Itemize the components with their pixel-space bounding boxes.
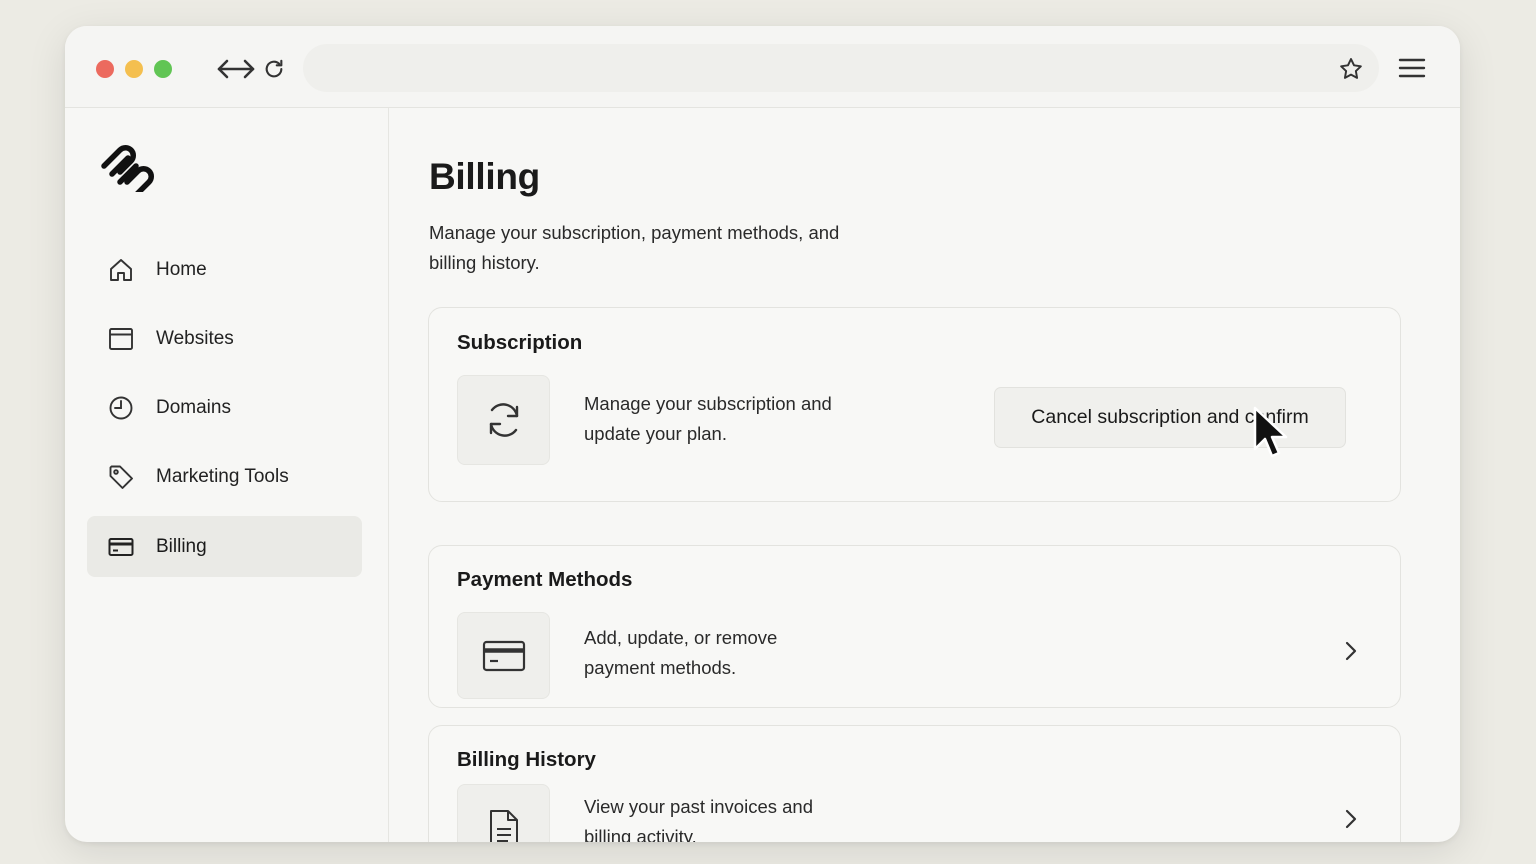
sidebar-item-label: Websites bbox=[156, 327, 234, 349]
card-title: Billing History bbox=[457, 748, 596, 771]
close-window-button[interactable] bbox=[96, 60, 114, 78]
tag-icon bbox=[107, 463, 135, 491]
browser-window: Home Websites Domains Marketing Tools Bi… bbox=[65, 26, 1460, 842]
card-description: Add, update, or remove payment methods. bbox=[584, 627, 778, 678]
sidebar-item-label: Marketing Tools bbox=[156, 465, 289, 487]
minimize-window-button[interactable] bbox=[125, 60, 143, 78]
back-forward-arrows-icon[interactable] bbox=[215, 53, 257, 85]
sidebar-item-billing[interactable]: Billing bbox=[87, 516, 362, 577]
sidebar-item-label: Home bbox=[156, 258, 207, 280]
card-title: Subscription bbox=[457, 331, 583, 354]
page-description: Manage your subscription, payment method… bbox=[429, 222, 840, 273]
chevron-right-icon[interactable] bbox=[1337, 806, 1363, 832]
clock-icon bbox=[107, 394, 135, 422]
cancel-subscription-button[interactable]: Cancel subscription and confirm bbox=[994, 387, 1346, 448]
payment-methods-card[interactable]: Payment Methods Add, update, or remove p… bbox=[428, 545, 1401, 708]
page-title: Billing bbox=[429, 156, 540, 197]
credit-card-icon bbox=[457, 612, 550, 699]
card-description: Manage your subscription and update your… bbox=[584, 393, 832, 444]
sidebar-item-websites[interactable]: Websites bbox=[87, 308, 362, 369]
address-bar[interactable] bbox=[303, 44, 1379, 92]
document-icon bbox=[457, 784, 550, 842]
sidebar-item-domains[interactable]: Domains bbox=[87, 377, 362, 438]
billing-history-card[interactable]: Billing History View your past invoices … bbox=[428, 725, 1401, 842]
reload-icon[interactable] bbox=[262, 54, 286, 84]
sidebar-item-marketing-tools[interactable]: Marketing Tools bbox=[87, 446, 362, 507]
hamburger-menu-icon[interactable] bbox=[1397, 56, 1427, 80]
maximize-window-button[interactable] bbox=[154, 60, 172, 78]
chevron-right-icon[interactable] bbox=[1337, 638, 1363, 664]
main-content: Billing Manage your subscription, paymen… bbox=[389, 108, 1460, 842]
browser-window-icon bbox=[107, 325, 135, 353]
sidebar-item-home[interactable]: Home bbox=[87, 239, 362, 300]
home-icon bbox=[107, 256, 135, 284]
card-description: View your past invoices and billing acti… bbox=[584, 796, 813, 842]
sidebar: Home Websites Domains Marketing Tools Bi… bbox=[65, 108, 389, 842]
credit-card-icon bbox=[107, 533, 135, 561]
squarespace-logo[interactable] bbox=[98, 142, 160, 198]
subscription-card: Subscription Manage your subscription an… bbox=[428, 307, 1401, 502]
sidebar-item-label: Domains bbox=[156, 396, 231, 418]
star-icon[interactable] bbox=[1337, 55, 1365, 83]
card-title: Payment Methods bbox=[457, 568, 633, 591]
browser-toolbar bbox=[65, 26, 1460, 108]
sidebar-item-label: Billing bbox=[156, 535, 207, 557]
refresh-icon bbox=[457, 375, 550, 465]
